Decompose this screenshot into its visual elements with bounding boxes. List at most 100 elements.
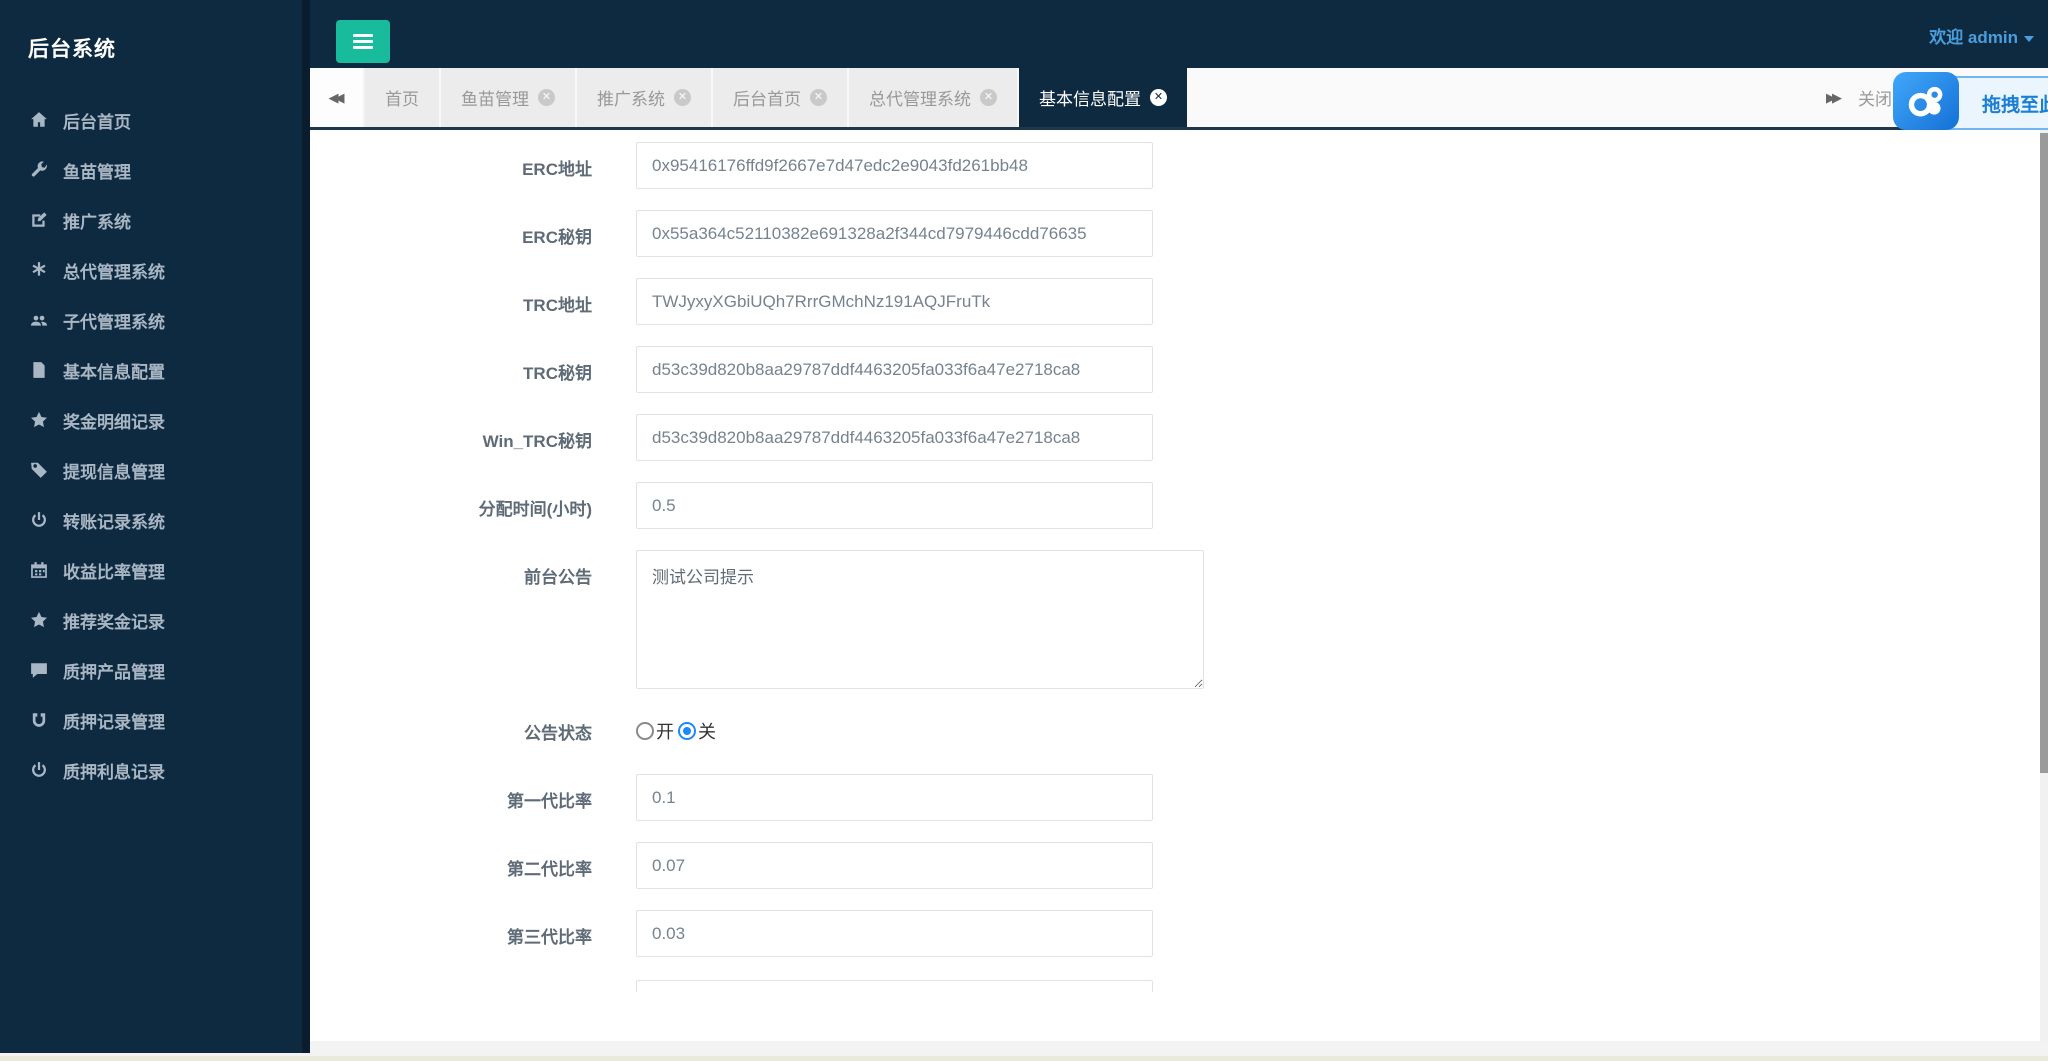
hamburger-icon xyxy=(353,46,373,49)
tabs-scroll-right-button[interactable]: ▶▶ xyxy=(1826,68,1842,127)
trc-key-input[interactable] xyxy=(636,346,1153,393)
allocation-time-input[interactable] xyxy=(636,482,1153,529)
users-icon xyxy=(30,315,48,326)
wrench-icon xyxy=(31,161,47,177)
tab-basic-info-config[interactable]: 基本信息配置 xyxy=(1019,68,1189,127)
field-label: TRC地址 xyxy=(523,296,592,315)
field-label xyxy=(310,980,592,992)
tab-close-icon[interactable] xyxy=(538,89,555,106)
tab-general-agent-system[interactable]: 总代管理系统 xyxy=(849,68,1019,127)
sidebar-item-label: 转账记录系统 xyxy=(63,512,165,532)
notice-status-off-label[interactable]: 关 xyxy=(698,718,716,744)
sidebar-item-pledge-interest[interactable]: 质押利息记录 xyxy=(0,745,302,795)
bottom-edge-line xyxy=(0,1056,2048,1061)
notice-status-on-label[interactable]: 开 xyxy=(656,718,674,744)
sidebar-item-income-ratio[interactable]: 收益比率管理 xyxy=(0,545,302,595)
front-notice-textarea[interactable]: 测试公司提示 xyxy=(636,550,1204,689)
sidebar-menu: 后台首页 鱼苗管理 推广系统 总代管理系统 子代管理系统 基本信息配置 奖金明细… xyxy=(0,95,302,795)
tab-promotion-system[interactable]: 推广系统 xyxy=(577,68,713,127)
gen3-ratio-input[interactable] xyxy=(636,910,1153,957)
hamburger-icon xyxy=(353,34,373,37)
sidebar-item-label: 后台首页 xyxy=(63,112,131,132)
sidebar-item-label: 奖金明细记录 xyxy=(63,412,165,432)
sidebar-item-bonus-detail-record[interactable]: 奖金明细记录 xyxy=(0,395,302,445)
field-label: 前台公告 xyxy=(524,568,592,587)
sidebar-item-referral-bonus[interactable]: 推荐奖金记录 xyxy=(0,595,302,645)
field-label: 分配时间(小时) xyxy=(478,500,592,519)
welcome-label: 欢迎 admin xyxy=(1929,28,2018,47)
drag-upload-label: 拖拽至此上传 xyxy=(1982,94,2048,116)
content-scrollbar-track[interactable] xyxy=(2040,130,2048,1041)
magnet-icon xyxy=(32,713,46,727)
tab-label: 首页 xyxy=(385,90,419,109)
sidebar-item-general-agent-system[interactable]: 总代管理系统 xyxy=(0,245,302,295)
sidebar-item-sub-agent-system[interactable]: 子代管理系统 xyxy=(0,295,302,345)
gen2-ratio-row: 第二代比率 xyxy=(310,842,2040,889)
sidebar-item-promotion-system[interactable]: 推广系统 xyxy=(0,195,302,245)
notice-status-off-radio[interactable] xyxy=(678,722,696,740)
allocation-time-row: 分配时间(小时) xyxy=(310,482,2040,529)
tab-close-icon[interactable] xyxy=(1150,89,1167,106)
sidebar-item-backend-home[interactable]: 后台首页 xyxy=(0,95,302,145)
field-label: ERC秘钥 xyxy=(522,228,592,247)
sidebar-item-label: 质押产品管理 xyxy=(63,662,165,682)
basic-info-form: ERC地址 ERC秘钥 TRC地址 TRC秘钥 Win_TRC秘钥 分配时间(小… xyxy=(310,130,2040,992)
notice-status-on-radio[interactable] xyxy=(636,722,654,740)
sidebar-item-label: 推广系统 xyxy=(63,212,131,232)
gen1-ratio-input[interactable] xyxy=(636,774,1153,821)
tab-close-icon[interactable] xyxy=(674,89,691,106)
tab-label: 后台首页 xyxy=(733,90,801,109)
sidebar-toggle-button[interactable] xyxy=(336,20,390,63)
sidebar-item-fry-management[interactable]: 鱼苗管理 xyxy=(0,145,302,195)
field-label: 第二代比率 xyxy=(507,860,592,879)
edit-icon xyxy=(32,212,47,227)
tab-label: 总代管理系统 xyxy=(869,90,971,109)
notice-status-row: 公告状态 开 关 xyxy=(310,718,2040,744)
trc-address-input[interactable] xyxy=(636,278,1153,325)
field-label: ERC地址 xyxy=(522,160,592,179)
tab-close-icon[interactable] xyxy=(980,89,997,106)
sidebar-item-pledge-product[interactable]: 质押产品管理 xyxy=(0,645,302,695)
content-scrollbar-thumb[interactable] xyxy=(2040,133,2048,773)
tab-label: 推广系统 xyxy=(597,90,665,109)
sidebar-item-basic-info-config[interactable]: 基本信息配置 xyxy=(0,345,302,395)
field-label: Win_TRC秘钥 xyxy=(482,432,592,451)
field-label: TRC秘钥 xyxy=(523,364,592,383)
gen2-ratio-input[interactable] xyxy=(636,842,1153,889)
trc-address-row: TRC地址 xyxy=(310,278,2040,325)
sidebar-scrollbar-track[interactable] xyxy=(302,0,310,1053)
tab-fry-management[interactable]: 鱼苗管理 xyxy=(441,68,577,127)
calendar-icon xyxy=(31,562,47,578)
sidebar-item-label: 质押利息记录 xyxy=(63,762,165,782)
sidebar-item-transfer-record[interactable]: 转账记录系统 xyxy=(0,495,302,545)
erc-address-row: ERC地址 xyxy=(310,142,2040,189)
tag-icon xyxy=(31,462,47,478)
sidebar-item-label: 子代管理系统 xyxy=(63,312,165,332)
user-menu[interactable]: 欢迎 admin xyxy=(1929,23,2034,48)
tab-home[interactable]: 首页 xyxy=(365,68,441,127)
main-content: ERC地址 ERC秘钥 TRC地址 TRC秘钥 Win_TRC秘钥 分配时间(小… xyxy=(310,130,2040,1041)
baidu-netdisk-icon[interactable] xyxy=(1893,72,1959,130)
erc-address-input[interactable] xyxy=(636,142,1153,189)
file-text-icon xyxy=(33,362,45,378)
close-tabs-menu-button[interactable]: 关闭 xyxy=(1858,68,1892,127)
sidebar-item-label: 基本信息配置 xyxy=(63,362,165,382)
sidebar-item-withdrawal-info[interactable]: 提现信息管理 xyxy=(0,445,302,495)
sidebar-item-label: 鱼苗管理 xyxy=(63,162,131,182)
sidebar-item-pledge-record[interactable]: 质押记录管理 xyxy=(0,695,302,745)
home-icon xyxy=(31,112,47,127)
sidebar-item-label: 提现信息管理 xyxy=(63,462,165,482)
tab-close-icon[interactable] xyxy=(810,89,827,106)
trc-key-row: TRC秘钥 xyxy=(310,346,2040,393)
asterisk-icon xyxy=(32,262,46,276)
tab-label: 鱼苗管理 xyxy=(461,90,529,109)
erc-key-input[interactable] xyxy=(636,210,1153,257)
sidebar-item-label: 收益比率管理 xyxy=(63,562,165,582)
tab-label: 基本信息配置 xyxy=(1039,90,1141,109)
win-trc-key-input[interactable] xyxy=(636,414,1153,461)
tabs-scroll-left-button[interactable]: ◀◀ xyxy=(310,68,365,127)
gen1-ratio-row: 第一代比率 xyxy=(310,774,2040,821)
tab-backend-home[interactable]: 后台首页 xyxy=(713,68,849,127)
app-title: 后台系统 xyxy=(28,38,116,61)
partial-input[interactable] xyxy=(636,980,1153,992)
